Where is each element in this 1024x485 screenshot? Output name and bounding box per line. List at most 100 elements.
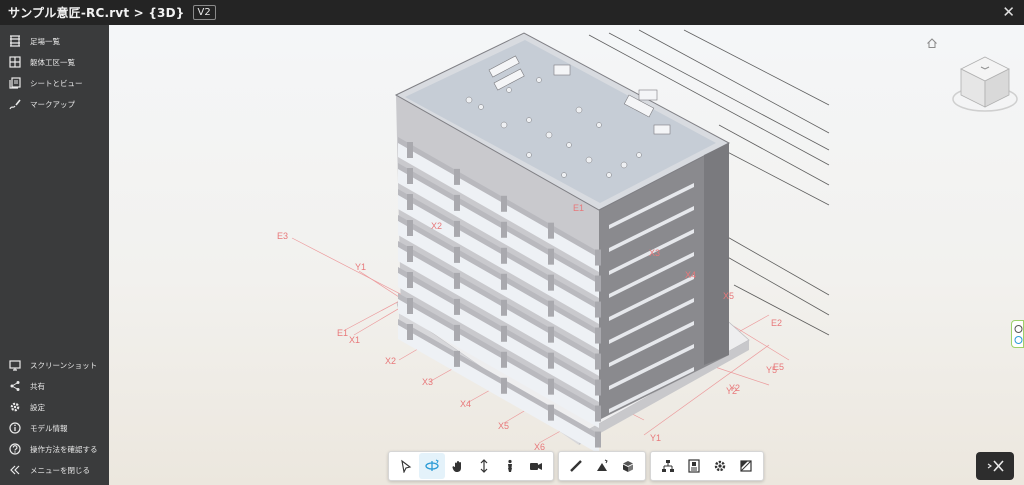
column [407, 324, 413, 340]
sidebar-item-share[interactable]: 共有 [0, 376, 109, 396]
camera-icon[interactable] [523, 453, 549, 479]
sidebar: 足場一覧 躯体工区一覧 シートとビュー マークアップ スクリーンショット 共有 [0, 25, 109, 485]
column [595, 301, 601, 318]
sidebar-item-close-menu[interactable]: メニューを閉じる [0, 460, 109, 480]
grid-label: Y5 [766, 365, 778, 375]
column [454, 194, 460, 211]
building-model[interactable] [109, 25, 1024, 485]
orbit-icon[interactable] [419, 453, 445, 479]
column [595, 327, 601, 344]
viewcube-icon[interactable] [947, 47, 1023, 119]
share-icon [0, 380, 30, 392]
fullscreen-icon[interactable] [733, 453, 759, 479]
select-icon[interactable] [393, 453, 419, 479]
column [501, 247, 507, 264]
sidebar-item-label: マークアップ [30, 99, 75, 109]
grid-label: E2 [771, 318, 783, 328]
sidebar-item-markup[interactable]: マークアップ [0, 94, 109, 114]
column [548, 404, 554, 421]
side-panel-tab[interactable] [1011, 320, 1024, 348]
tools-icon[interactable] [976, 452, 1014, 480]
measure-icon[interactable] [563, 453, 589, 479]
grid-label: E3 [277, 231, 289, 241]
column [548, 352, 554, 369]
sidebar-item-label: シートとビュー [30, 78, 83, 88]
column [548, 274, 554, 291]
column [595, 379, 601, 396]
section-icon[interactable] [589, 453, 615, 479]
column [501, 195, 507, 212]
grid-label: X1 [349, 335, 361, 345]
sidebar-item-help[interactable]: 操作方法を確認する [0, 439, 109, 459]
column [595, 249, 601, 266]
viewer-toolbar [388, 451, 764, 481]
grid-label: E1 [337, 328, 349, 338]
title-bar: サンプル意匠-RC.rvt > {3D} V2 ✕ [0, 0, 1024, 25]
sidebar-item-label: メニューを閉じる [30, 465, 90, 475]
column [407, 168, 413, 184]
sidebar-item-label: 足場一覧 [30, 36, 60, 46]
sidebar-item-label: 躯体工区一覧 [30, 57, 75, 67]
sidebar-item-zones[interactable]: 躯体工区一覧 [0, 52, 109, 72]
window-title: サンプル意匠-RC.rvt > {3D} [8, 6, 185, 20]
grid-label: X4 [685, 270, 697, 280]
model-browser-icon[interactable] [655, 453, 681, 479]
column [454, 272, 460, 289]
column [548, 248, 554, 265]
column [454, 246, 460, 263]
properties-icon[interactable] [681, 453, 707, 479]
column [454, 298, 460, 315]
sidebar-item-sheets[interactable]: シートとビュー [0, 73, 109, 93]
column [501, 221, 507, 238]
column [407, 142, 413, 158]
markup-icon [0, 98, 30, 110]
explode-icon[interactable] [615, 453, 641, 479]
sidebar-item-model-info[interactable]: モデル情報 [0, 418, 109, 438]
info-icon [0, 422, 30, 434]
grid-label: E1 [573, 203, 585, 213]
column [454, 324, 460, 341]
column [501, 325, 507, 342]
column [407, 194, 413, 210]
home-icon[interactable] [926, 34, 938, 48]
pan-icon[interactable] [445, 453, 471, 479]
sidebar-item-screenshot[interactable]: スクリーンショット [0, 355, 109, 375]
sheets-icon [0, 77, 30, 89]
grid-label: X5 [723, 291, 735, 301]
grid-label: X4 [460, 399, 472, 409]
sidebar-item-label: スクリーンショット [30, 360, 98, 370]
column [407, 220, 413, 236]
column [501, 377, 507, 394]
column [595, 275, 601, 292]
grid-label: X3 [422, 377, 434, 387]
grid-label: Y1 [355, 262, 367, 272]
analysis-tools [558, 451, 646, 481]
close-icon[interactable]: ✕ [1002, 3, 1015, 21]
settings-icon[interactable] [707, 453, 733, 479]
model-viewport[interactable]: E3 Y1 E1 X1 X2 X3 X4 X5 X6 Y1 Y2 X5 X3 X… [109, 25, 1024, 485]
version-badge[interactable]: V2 [192, 5, 216, 20]
screenshot-icon [0, 359, 30, 371]
column [548, 222, 554, 239]
grid-label: X3 [649, 248, 661, 258]
walk-icon[interactable] [497, 453, 523, 479]
grid-label: X5 [498, 421, 510, 431]
column [548, 300, 554, 317]
column [454, 168, 460, 185]
column [501, 299, 507, 316]
gear-icon [0, 401, 30, 413]
grid-icon [0, 56, 30, 68]
sidebar-item-label: 共有 [30, 381, 45, 391]
column [595, 405, 601, 422]
sidebar-item-label: モデル情報 [30, 423, 68, 433]
sidebar-item-settings[interactable]: 設定 [0, 397, 109, 417]
column [454, 350, 460, 367]
column [548, 378, 554, 395]
sidebar-item-levels[interactable]: 足場一覧 [0, 31, 109, 51]
column [407, 298, 413, 314]
model-tools [650, 451, 764, 481]
column [501, 351, 507, 368]
zoom-icon[interactable] [471, 453, 497, 479]
grid-label: X2 [385, 356, 397, 366]
column [407, 272, 413, 288]
